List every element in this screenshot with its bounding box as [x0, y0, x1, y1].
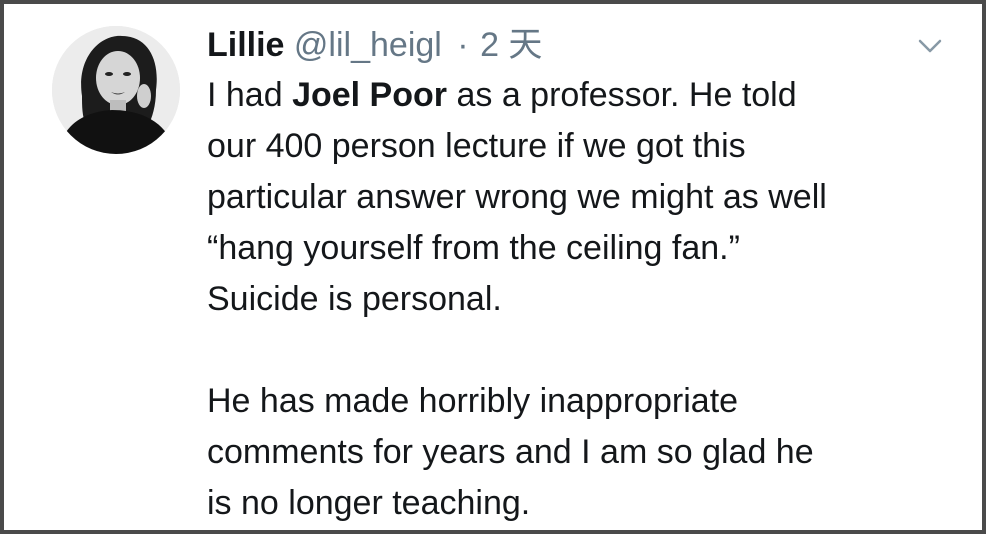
- tweet-text: Suicide is personal.: [207, 280, 502, 318]
- tweet-paragraph-1: I had Joel Poor as a professor. He told …: [207, 70, 967, 325]
- tweet-header: Lillie @lil_heigl · 2 天: [207, 20, 542, 70]
- tweet-timestamp[interactable]: 2 天: [480, 26, 542, 64]
- avatar[interactable]: [52, 26, 180, 154]
- tweet-text: “hang yourself from the ceiling fan.”: [207, 229, 740, 267]
- separator-dot: ·: [457, 26, 469, 64]
- tweet-text: He has made horribly inappropriate: [207, 382, 739, 420]
- tweet-paragraph-2: He has made horribly inappropriate comme…: [207, 376, 967, 529]
- tweet-text: as a professor. He told: [447, 76, 797, 114]
- user-avatar-image: [52, 26, 180, 154]
- tweet-card: Lillie @lil_heigl · 2 天 I had Joel Poor …: [0, 0, 986, 534]
- tweet-text: our 400 person lecture if we got this: [207, 127, 746, 165]
- mentioned-name: Joel Poor: [292, 76, 448, 114]
- tweet-text: comments for years and I am so glad he: [207, 433, 814, 471]
- tweet-text: I had: [207, 76, 293, 114]
- chevron-down-icon[interactable]: [910, 32, 950, 60]
- tweet-text: particular answer wrong we might as well: [207, 178, 827, 216]
- tweet-text: is no longer teaching.: [207, 484, 531, 522]
- tweet-body: I had Joel Poor as a professor. He told …: [207, 70, 967, 529]
- author-handle[interactable]: @lil_heigl: [294, 26, 442, 64]
- author-name[interactable]: Lillie: [207, 26, 284, 64]
